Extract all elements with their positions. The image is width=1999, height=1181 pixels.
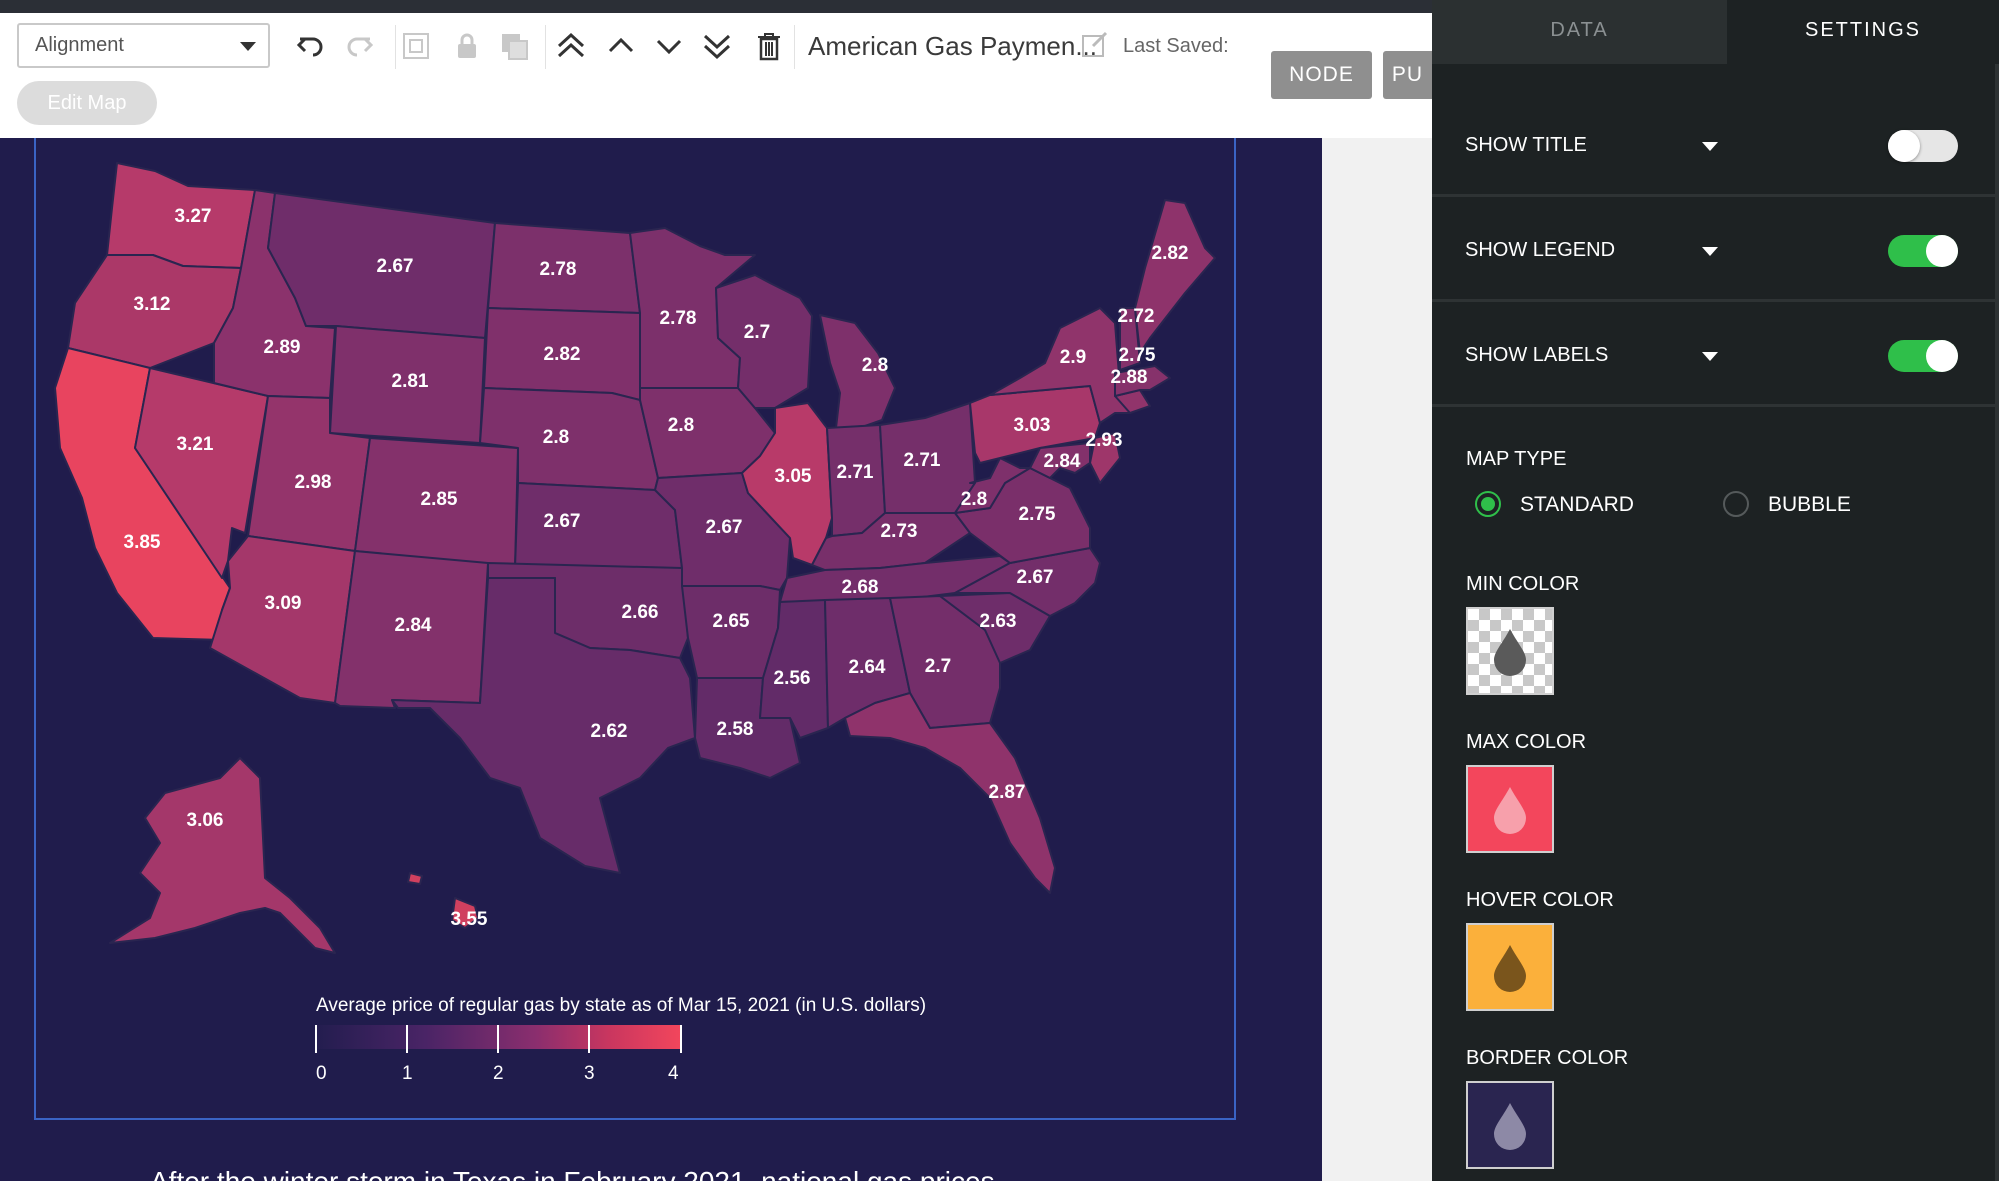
min-color-label: MIN COLOR	[1466, 573, 1580, 595]
legend-tick	[315, 1025, 317, 1053]
chevron-down-icon[interactable]	[1702, 247, 1718, 256]
legend-label: 4	[668, 1063, 679, 1084]
show-title-row: SHOW TITLE	[1432, 94, 1999, 197]
toggle-knob	[1926, 235, 1958, 267]
map-type-standard-radio[interactable]	[1475, 491, 1501, 517]
show-legend-row: SHOW LEGEND	[1432, 199, 1999, 302]
send-to-back-icon[interactable]	[698, 27, 736, 65]
edit-title-icon[interactable]	[1076, 25, 1114, 63]
show-title-toggle[interactable]	[1888, 130, 1958, 162]
show-labels-toggle[interactable]	[1888, 340, 1958, 372]
window-top-strip	[0, 0, 1432, 13]
chevron-down-icon	[240, 42, 256, 51]
toggle-knob	[1926, 340, 1958, 372]
editor-toolbar: Alignment American Gas Paymen... Last Sa…	[0, 13, 1432, 138]
map-type-standard-label[interactable]: STANDARD	[1520, 493, 1634, 517]
legend-tick	[680, 1025, 682, 1053]
hover-color-swatch[interactable]	[1466, 923, 1554, 1011]
show-labels-row: SHOW LABELS	[1432, 304, 1999, 407]
toolbar-divider	[545, 25, 546, 69]
redo-icon[interactable]	[340, 27, 378, 65]
last-saved-status: Last Saved:	[1123, 35, 1229, 57]
chevron-down-icon[interactable]	[1702, 142, 1718, 151]
alignment-select[interactable]: Alignment	[17, 23, 270, 68]
alignment-select-value: Alignment	[35, 34, 124, 56]
edit-map-button[interactable]: Edit Map	[17, 81, 157, 125]
max-color-swatch[interactable]	[1466, 765, 1554, 853]
max-color-label: MAX COLOR	[1466, 731, 1587, 753]
canvas-gutter	[1322, 138, 1432, 1181]
panel-scrollbar[interactable]	[1995, 64, 1999, 1181]
map-type-bubble-label[interactable]: BUBBLE	[1768, 493, 1851, 517]
min-color-swatch[interactable]	[1466, 607, 1554, 695]
toolbar-divider	[794, 25, 795, 69]
legend-label: 3	[584, 1063, 595, 1084]
toggle-knob	[1888, 130, 1920, 162]
show-legend-toggle[interactable]	[1888, 235, 1958, 267]
map-type-bubble-radio[interactable]	[1723, 491, 1749, 517]
legend-tick	[497, 1025, 499, 1053]
droplet-icon	[1494, 1103, 1526, 1150]
bring-to-front-icon[interactable]	[552, 27, 590, 65]
legend-gradient-bar	[316, 1025, 682, 1049]
legend-label: 0	[316, 1063, 327, 1084]
droplet-icon	[1494, 945, 1526, 992]
show-legend-label: SHOW LEGEND	[1465, 239, 1616, 261]
chevron-down-icon[interactable]	[1702, 352, 1718, 361]
toolbar-divider	[395, 25, 396, 69]
map-type-label: MAP TYPE	[1466, 448, 1567, 470]
legend-label: 2	[493, 1063, 504, 1084]
legend-label: 1	[402, 1063, 413, 1084]
tab-data[interactable]: DATA	[1432, 0, 1727, 64]
document-title[interactable]: American Gas Paymen...	[808, 31, 1097, 62]
duplicate-icon[interactable]	[495, 27, 533, 65]
hover-color-label: HOVER COLOR	[1466, 889, 1614, 911]
legend-tick	[406, 1025, 408, 1053]
show-labels-label: SHOW LABELS	[1465, 344, 1609, 366]
send-backward-icon[interactable]	[650, 27, 688, 65]
border-color-label: BORDER COLOR	[1466, 1047, 1629, 1069]
droplet-icon	[1494, 629, 1526, 676]
lock-icon[interactable]	[448, 27, 486, 65]
bring-forward-icon[interactable]	[602, 27, 640, 65]
border-color-swatch[interactable]	[1466, 1081, 1554, 1169]
map-selection-frame	[34, 138, 1236, 1120]
legend-title: Average price of regular gas by state as…	[316, 995, 927, 1016]
trash-icon[interactable]	[750, 27, 788, 65]
panel-tabs: DATA SETTINGS	[1432, 0, 1999, 64]
tab-settings[interactable]: SETTINGS	[1727, 0, 1999, 64]
group-icon[interactable]	[397, 27, 435, 65]
settings-panel: DATA SETTINGS SHOW TITLE SHOW LEGEND SHO…	[1432, 0, 1999, 1181]
publish-button[interactable]: PU	[1383, 51, 1432, 99]
show-title-label: SHOW TITLE	[1465, 134, 1587, 156]
article-body-text: After the winter storm in Texas in Febru…	[150, 1166, 995, 1181]
undo-icon[interactable]	[292, 27, 330, 65]
droplet-icon	[1494, 787, 1526, 834]
node-button[interactable]: NODE	[1271, 51, 1372, 99]
legend-tick	[588, 1025, 590, 1053]
